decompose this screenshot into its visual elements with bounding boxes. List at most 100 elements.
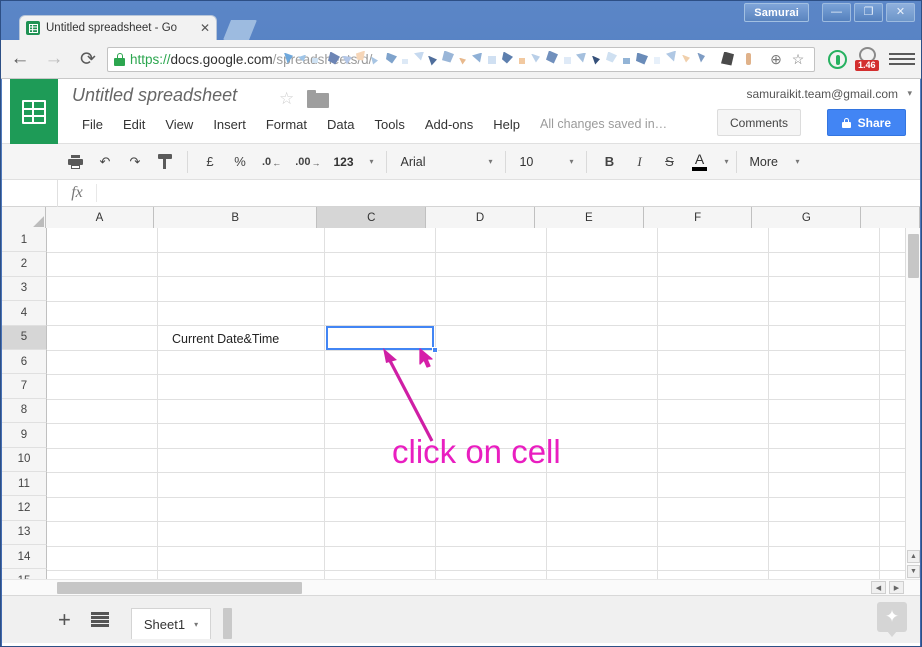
cell-b5[interactable]: Current Date&Time <box>172 332 279 346</box>
sheet-tab-sheet1[interactable]: Sheet1 ▾ <box>130 608 212 639</box>
italic-button[interactable]: I <box>626 149 652 175</box>
decrease-decimal-button[interactable]: .0 ← <box>257 149 286 175</box>
menu-data[interactable]: Data <box>317 115 364 134</box>
grid-cells[interactable]: Current Date&Time click on cell <box>47 228 920 579</box>
font-family-select[interactable]: Arial ▾ <box>394 149 498 175</box>
menu-format[interactable]: Format <box>256 115 317 134</box>
extension-timer-icon[interactable]: 1.46 <box>855 47 881 71</box>
selected-cell-c5[interactable] <box>326 326 434 350</box>
row-header-7[interactable]: 7 <box>2 374 47 399</box>
new-tab-button[interactable] <box>223 20 257 40</box>
text-color-button[interactable]: A <box>686 149 712 175</box>
menu-addons[interactable]: Add-ons <box>415 115 483 134</box>
scroll-up-arrow-icon[interactable]: ▲ <box>907 550 920 563</box>
bookmark-star-icon[interactable]: ☆ <box>788 49 808 69</box>
increase-decimal-button[interactable]: .00 → <box>290 149 325 175</box>
lock-icon <box>114 52 125 66</box>
zoom-icon[interactable]: ⊕ <box>766 49 786 69</box>
text-color-chevron-down-icon[interactable]: ▾ <box>724 157 728 166</box>
row-header-9[interactable]: 9 <box>2 423 47 448</box>
row-header-2[interactable]: 2 <box>2 252 47 277</box>
row-header-13[interactable]: 13 <box>2 520 47 546</box>
vertical-scroll-thumb[interactable] <box>908 234 919 278</box>
document-title[interactable]: Untitled spreadsheet <box>72 85 237 106</box>
percent-format-button[interactable]: % <box>227 149 253 175</box>
scroll-right-arrow-icon[interactable]: ▶ <box>889 581 904 594</box>
explore-button[interactable]: ✦ <box>877 602 907 637</box>
scroll-left-arrow-icon[interactable]: ◀ <box>871 581 886 594</box>
row-header-8[interactable]: 8 <box>2 398 47 424</box>
number-format-select[interactable]: 123 ▾ <box>327 149 379 175</box>
chevron-down-icon: ▾ <box>488 157 493 166</box>
back-icon[interactable]: ← <box>5 44 35 74</box>
column-header-c[interactable]: C <box>317 207 427 228</box>
print-icon[interactable] <box>62 149 88 175</box>
select-all-corner[interactable] <box>2 207 47 228</box>
row-header-6[interactable]: 6 <box>2 349 47 375</box>
column-header-b[interactable]: B <box>153 207 318 228</box>
menu-tools[interactable]: Tools <box>364 115 414 134</box>
row-header-12[interactable]: 12 <box>2 496 47 521</box>
column-header-e[interactable]: E <box>534 207 644 228</box>
column-header-f[interactable]: F <box>643 207 753 228</box>
move-to-folder-icon[interactable] <box>307 90 329 108</box>
row-header-14[interactable]: 14 <box>2 545 47 570</box>
column-header-g[interactable]: G <box>752 207 862 228</box>
share-lock-icon <box>841 117 851 128</box>
sheet-tab-chevron-down-icon[interactable]: ▾ <box>194 620 198 629</box>
horizontal-scrollbar[interactable]: ◀ ▶ <box>2 579 920 595</box>
fx-icon: fx <box>71 184 83 201</box>
redo-icon[interactable]: ↷ <box>122 149 148 175</box>
add-sheet-button[interactable]: + <box>58 608 71 631</box>
all-sheets-icon[interactable] <box>90 611 109 628</box>
column-header-h[interactable] <box>861 207 920 228</box>
extension-green-icon[interactable] <box>828 49 847 69</box>
bold-button[interactable]: B <box>596 149 622 175</box>
row-header-11[interactable]: 11 <box>2 471 47 497</box>
reload-icon[interactable]: ⟳ <box>73 44 103 74</box>
horizontal-scroll-track[interactable] <box>47 582 862 594</box>
column-headers: A B C D E F G <box>2 207 920 228</box>
column-header-d[interactable]: D <box>426 207 535 228</box>
menu-edit[interactable]: Edit <box>113 115 155 134</box>
chevron-down-icon: ▾ <box>795 157 800 166</box>
omnibox-actions: ⊕ ☆ <box>766 49 808 69</box>
more-tools-button[interactable]: More ▾ <box>744 149 806 175</box>
name-box[interactable] <box>2 179 58 207</box>
menu-view[interactable]: View <box>155 115 203 134</box>
strikethrough-button[interactable]: S <box>656 149 682 175</box>
paint-format-icon[interactable] <box>152 149 178 175</box>
row-header-1[interactable]: 1 <box>2 228 47 253</box>
chrome-menu-icon[interactable] <box>889 53 915 65</box>
star-icon[interactable]: ☆ <box>279 89 294 109</box>
sheets-logo-icon[interactable] <box>10 79 58 144</box>
row-header-4[interactable]: 4 <box>2 301 47 326</box>
menu-insert[interactable]: Insert <box>203 115 256 134</box>
account-email[interactable]: samuraikit.team@gmail.com <box>746 87 898 101</box>
account-chevron-down-icon[interactable]: ▾ <box>907 88 912 99</box>
scroll-down-arrow-icon[interactable]: ▼ <box>907 565 920 578</box>
sheet-bar-resize-handle[interactable] <box>223 608 233 639</box>
save-status-text: All changes saved in… <box>540 117 668 131</box>
row-header-5[interactable]: 5 <box>2 325 47 350</box>
comments-button[interactable]: Comments <box>716 109 801 136</box>
fill-handle[interactable] <box>432 347 438 353</box>
address-bar[interactable]: https://docs.google.com/spreadsheets/d/ <box>107 46 815 72</box>
currency-format-button[interactable]: £ <box>197 149 223 175</box>
forward-icon[interactable]: → <box>39 44 69 74</box>
font-size-select[interactable]: 10 ▾ <box>513 149 579 175</box>
row-header-3[interactable]: 3 <box>2 276 47 302</box>
undo-icon[interactable]: ↶ <box>92 149 118 175</box>
row-header-10[interactable]: 10 <box>2 447 47 472</box>
vertical-scrollbar[interactable]: ▲ ▼ <box>905 228 920 579</box>
column-header-a[interactable]: A <box>46 207 154 228</box>
share-button[interactable]: Share <box>826 109 906 136</box>
tab-close-icon[interactable]: ✕ <box>200 21 210 35</box>
browser-toolbar: ← → ⟳ https://docs.google.com/spreadshee… <box>1 40 921 79</box>
menu-help[interactable]: Help <box>483 115 530 134</box>
browser-tab[interactable]: Untitled spreadsheet - Go ✕ <box>19 15 217 40</box>
horizontal-scroll-thumb[interactable] <box>57 582 302 594</box>
formula-input[interactable] <box>96 184 920 202</box>
menu-file[interactable]: File <box>72 115 113 134</box>
sheets-favicon-icon <box>26 21 40 35</box>
